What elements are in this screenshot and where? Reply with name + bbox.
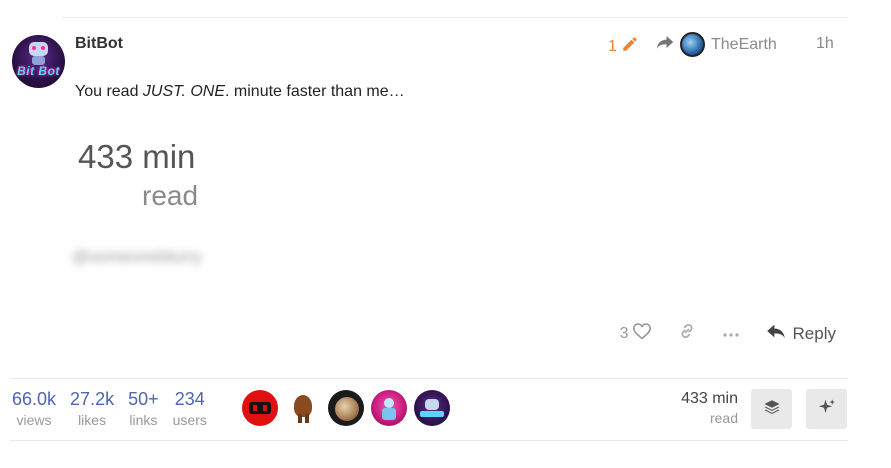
heart-icon [632,322,652,345]
topic-stats: 66.0k views 27.2k likes 50+ links 234 us… [12,389,207,428]
reply-label: Reply [792,323,836,343]
reply-to-link[interactable]: TheEarth [656,32,777,57]
read-label-large: read [142,180,199,211]
stat-links[interactable]: 50+ links [128,389,159,428]
pencil-icon [621,35,639,58]
participant-avatars [242,390,450,426]
reply-icon [766,323,786,344]
summarize-button[interactable] [751,389,792,429]
avatar[interactable] [285,390,321,426]
edit-history-button[interactable]: 1 [608,35,639,58]
ai-summary-button[interactable] [806,389,847,429]
post-timestamp[interactable]: 1h [816,35,834,53]
edit-count: 1 [608,37,617,55]
bottom-divider [10,440,848,441]
top-divider [62,17,848,18]
ellipsis-icon[interactable] [722,325,740,343]
reply-to-avatar [680,32,705,57]
topic-map-divider [10,378,848,379]
layers-icon [763,398,781,421]
topic-read-time: 433 min read [681,390,738,426]
reply-button[interactable]: Reply [766,323,836,344]
reply-to-username: TheEarth [711,35,777,53]
poster-username[interactable]: BitBot [75,35,123,53]
share-arrow-icon [656,34,674,55]
avatar-logo-text: Bit Bot [17,64,60,78]
post-body-text: You read JUST. ONE. minute faster than m… [75,83,405,100]
post-actions: 3 Reply [620,322,836,345]
sparkle-icon [818,398,836,421]
poster-avatar[interactable]: Bit Bot [12,35,65,88]
like-count: 3 [619,324,629,342]
like-button[interactable]: 3 [620,322,652,345]
avatar[interactable] [242,390,278,426]
stat-views[interactable]: 66.0k views [12,389,56,428]
blurred-text: @someoneblurry [72,247,202,266]
stat-likes[interactable]: 27.2k likes [70,389,114,428]
read-time-large: 433 min [78,138,196,175]
avatar[interactable] [328,390,364,426]
avatar[interactable] [371,390,407,426]
link-icon[interactable] [678,322,696,345]
stat-users[interactable]: 234 users [173,389,207,428]
avatar[interactable] [414,390,450,426]
